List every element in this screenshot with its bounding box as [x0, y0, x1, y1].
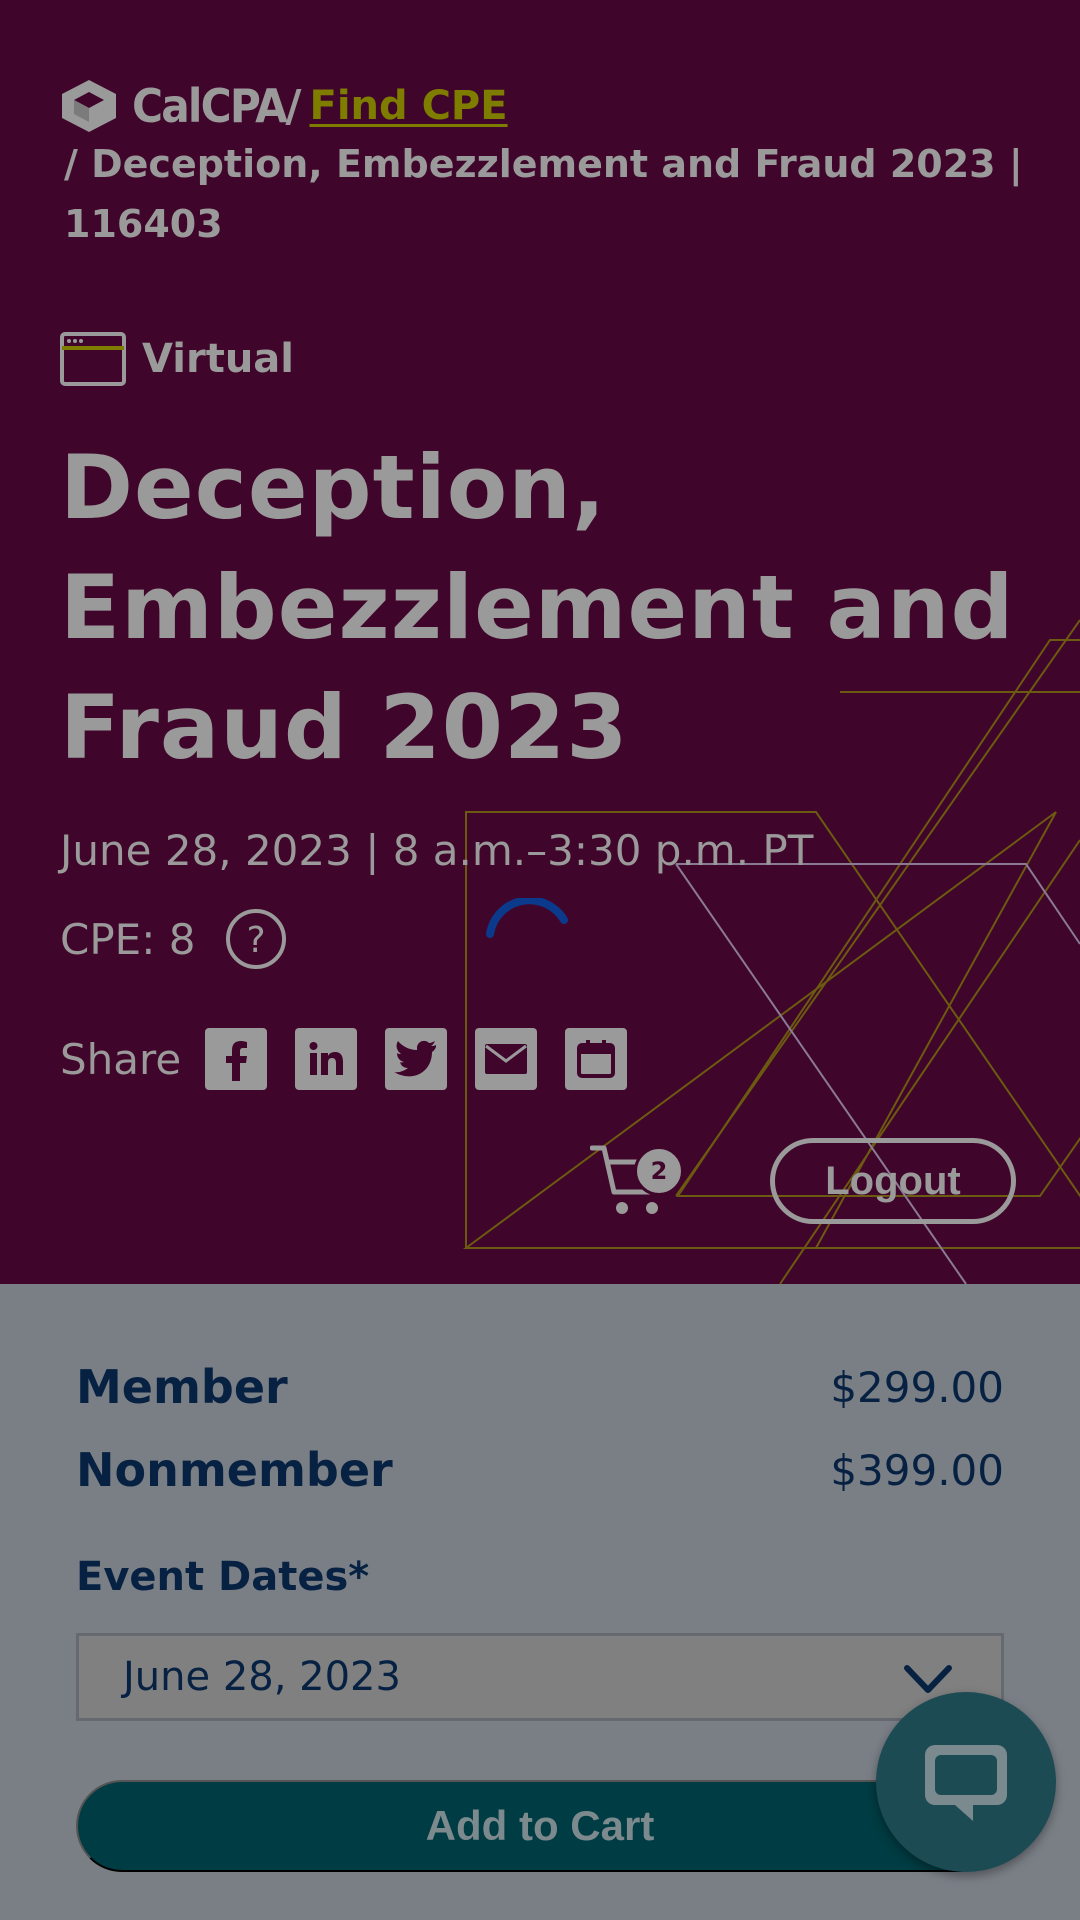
cpe-row: CPE: 8 ? [60, 908, 287, 970]
event-dates-label: Event Dates* [76, 1554, 370, 1600]
event-date-select[interactable]: June 28, 2023 [76, 1633, 1004, 1721]
chat-bubble-icon [925, 1745, 1007, 1821]
breadcrumb-separator: / [285, 80, 302, 132]
linkedin-icon[interactable] [295, 1028, 358, 1090]
facebook-icon[interactable] [205, 1028, 268, 1090]
email-icon[interactable] [475, 1028, 538, 1090]
price-row-nonmember: Nonmember $399.00 [76, 1443, 1004, 1497]
price-value: $299.00 [830, 1362, 1004, 1412]
cart-count-badge: 2 [634, 1146, 684, 1196]
help-icon[interactable]: ? [225, 908, 287, 970]
event-hero: CalCPA / Find CPE / Deception, Embezzlem… [0, 0, 1080, 1284]
brand-row: CalCPA / Find CPE [60, 78, 508, 134]
find-cpe-link[interactable]: Find CPE [310, 83, 508, 129]
price-row-member: Member $299.00 [76, 1360, 1004, 1414]
price-label: Member [76, 1360, 288, 1414]
price-label: Nonmember [76, 1443, 393, 1497]
chat-button[interactable] [876, 1692, 1056, 1872]
add-to-cart-button[interactable]: Add to Cart [76, 1780, 1004, 1872]
event-date-value: June 28, 2023 [123, 1654, 401, 1700]
share-label: Share [60, 1034, 182, 1084]
brand-name[interactable]: CalCPA [132, 79, 288, 133]
loading-spinner-icon [486, 898, 568, 938]
event-datetime: June 28, 2023 | 8 a.m.–3:30 p.m. PT [60, 826, 814, 875]
calcpa-logo-icon[interactable] [60, 78, 118, 134]
event-format: Virtual [60, 332, 294, 386]
svg-text:?: ? [247, 920, 266, 961]
share-row: Share [60, 1028, 655, 1090]
twitter-icon[interactable] [385, 1028, 448, 1090]
price-value: $399.00 [830, 1445, 1004, 1495]
logout-button[interactable]: Logout [770, 1138, 1016, 1224]
event-title: Deception, Embezzlement and Fraud 2023 [60, 436, 1015, 779]
cpe-credits: CPE: 8 [60, 914, 196, 964]
browser-window-icon [60, 332, 126, 386]
chevron-down-icon [904, 1665, 952, 1693]
calendar-icon[interactable] [565, 1028, 628, 1090]
event-format-label: Virtual [142, 336, 294, 382]
breadcrumb-current: / Deception, Embezzlement and Fraud 2023… [64, 142, 1023, 246]
